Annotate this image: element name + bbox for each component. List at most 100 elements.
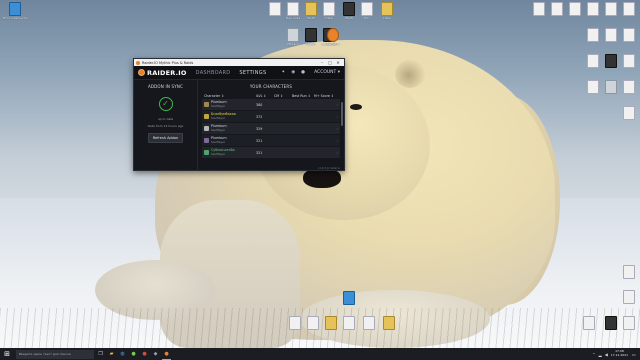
check-circle-icon: ✓ [158,97,173,111]
desktop-icon[interactable] [618,54,640,68]
app-icon [605,54,617,68]
chevron-right-icon[interactable]: › [332,139,338,143]
desktop-icon[interactable]: Data [376,2,398,21]
bear-nose [303,168,341,188]
chevron-right-icon[interactable]: › [332,115,338,119]
file-icon [623,316,635,330]
file-icon [587,2,599,16]
raiderio-taskbar-icon[interactable]: ● [162,348,171,360]
tab-settings[interactable]: SETTINGS [239,70,266,76]
ilvl-cell: 321 [256,138,263,143]
addon-sync-title: ADDON IN SYNC [147,84,184,89]
chevron-right-icon[interactable]: › [332,151,338,155]
network-icon[interactable]: ▂ [599,352,602,357]
column-header-cm[interactable]: CM ↕ [274,94,292,98]
desktop-icon[interactable] [358,316,380,330]
file-icon [605,2,617,16]
character-realm: Soulflayer [211,139,226,144]
raiderio-logo-icon [138,69,145,76]
desktop-icon[interactable] [378,316,400,330]
ilvl-cell: 380 [256,102,263,107]
app-icon[interactable]: ● [129,348,138,360]
file-icon [287,2,299,16]
close-button[interactable]: ✕ [334,59,342,66]
character-avatar [204,102,209,107]
refresh-addon-button[interactable]: Refresh Addon [147,133,184,143]
desktop-icon[interactable] [618,265,640,279]
tab-dashboard[interactable]: DASHBOARD [196,70,231,76]
desktop-icon[interactable] [338,291,360,305]
account-menu[interactable]: ACCOUNT ▾ [314,70,340,75]
character-cell: Plumbum Soulflayer [204,100,256,109]
tray-chevron-up-icon[interactable]: ⌃ [592,352,595,357]
search-placeholder: Введите здесь текст для поиска [19,352,71,356]
app-icon [343,291,355,305]
chevron-right-icon[interactable]: › [332,103,338,107]
file-icon [623,28,635,42]
character-avatar [204,150,209,155]
character-realm: Soulflayer [211,151,226,156]
maximize-button[interactable]: □ [326,59,334,66]
file-icon [307,316,319,330]
desktop-icon-this-pc[interactable]: Этот компьютер [3,2,27,21]
discord-icon[interactable]: ◉ [291,70,295,75]
taskbar-search-box[interactable]: Введите здесь текст для поиска [16,349,94,359]
browser-icon[interactable]: ◍ [118,348,127,360]
table-row[interactable]: Plumbum Soulflayer 321 › [202,135,340,146]
file-icon [623,2,635,16]
clock-date: 17.11.2021 [610,353,628,357]
file-icon [623,290,635,304]
column-header-ilvl[interactable]: iLVL ↕ [256,94,274,98]
start-button[interactable]: ⊞ [0,348,14,360]
table-row[interactable]: Plumbum Soulflayer 329 › [202,123,340,134]
file-icon [551,2,563,16]
desktop-icon[interactable] [618,28,640,42]
character-avatar [204,138,209,143]
task-view-icon[interactable]: ❐ [96,348,105,360]
desktop-icon[interactable] [618,106,640,120]
minimize-button[interactable]: – [318,59,326,66]
twitter-icon[interactable]: ✦ [281,70,285,75]
app-icon[interactable]: ● [140,348,149,360]
bear-eye [350,104,362,110]
file-explorer-icon[interactable]: ▰ [107,348,116,360]
window-titlebar[interactable]: Raider.IO Mythic Plus & Raids – □ ✕ [134,59,344,66]
file-icon [363,316,375,330]
desktop-icon[interactable] [618,290,640,304]
cloud-icon [287,28,299,42]
column-header-mplus-score[interactable]: M+ Score ↕ [314,94,334,98]
column-header-best-run[interactable]: Best Run ↕ [292,94,314,98]
file-icon [361,2,373,16]
app-body: ADDON IN SYNC ✓ up to date Data from 13 … [134,80,344,171]
patreon-icon[interactable]: ● [301,70,305,75]
app-icon[interactable]: ◆ [151,348,160,360]
addon-last-sync: Data from 13 hours ago [147,124,184,128]
folder-icon [383,316,395,330]
taskbar-clock[interactable]: 17:08 17.11.2021 [611,350,628,357]
app-navbar: RAIDER.IO DASHBOARD SETTINGS ✦ ◉ ● ACCOU… [134,66,344,80]
character-avatar [204,114,209,119]
table-row[interactable]: Plumbum Soulflayer 380 › [202,99,340,110]
volume-icon[interactable]: ◀ [605,352,608,357]
window-title: Raider.IO Mythic Plus & Raids [142,60,194,65]
character-cell: Бсалбумбакаа Soulflayer [204,112,256,121]
desktop-icon[interactable] [618,80,640,94]
app-logo-icon [136,60,140,65]
desktop-icon[interactable] [578,316,600,330]
desktop-icon[interactable] [618,2,640,16]
character-realm: Soulflayer [211,127,226,132]
desktop-icon[interactable] [338,316,360,330]
folder-icon [325,316,337,330]
chevron-right-icon[interactable]: › [332,127,338,131]
file-icon [623,265,635,279]
image-icon [605,80,617,94]
desktop-wallpaper [0,0,640,348]
column-header-character[interactable]: Character ↕ [204,94,256,98]
notifications-icon[interactable]: ▭ [632,352,638,357]
table-row[interactable]: Бсалбумбакаа Soulflayer 372 › [202,111,340,122]
brand-logo[interactable]: RAIDER.IO [138,69,187,77]
desktop-icon[interactable] [618,316,640,330]
desktop-icon-raiderio[interactable]: Raider.io [322,28,344,47]
table-row[interactable]: Субмасштаба Soulflayer 321 › [202,147,340,158]
scrollbar-thumb[interactable] [341,102,343,126]
